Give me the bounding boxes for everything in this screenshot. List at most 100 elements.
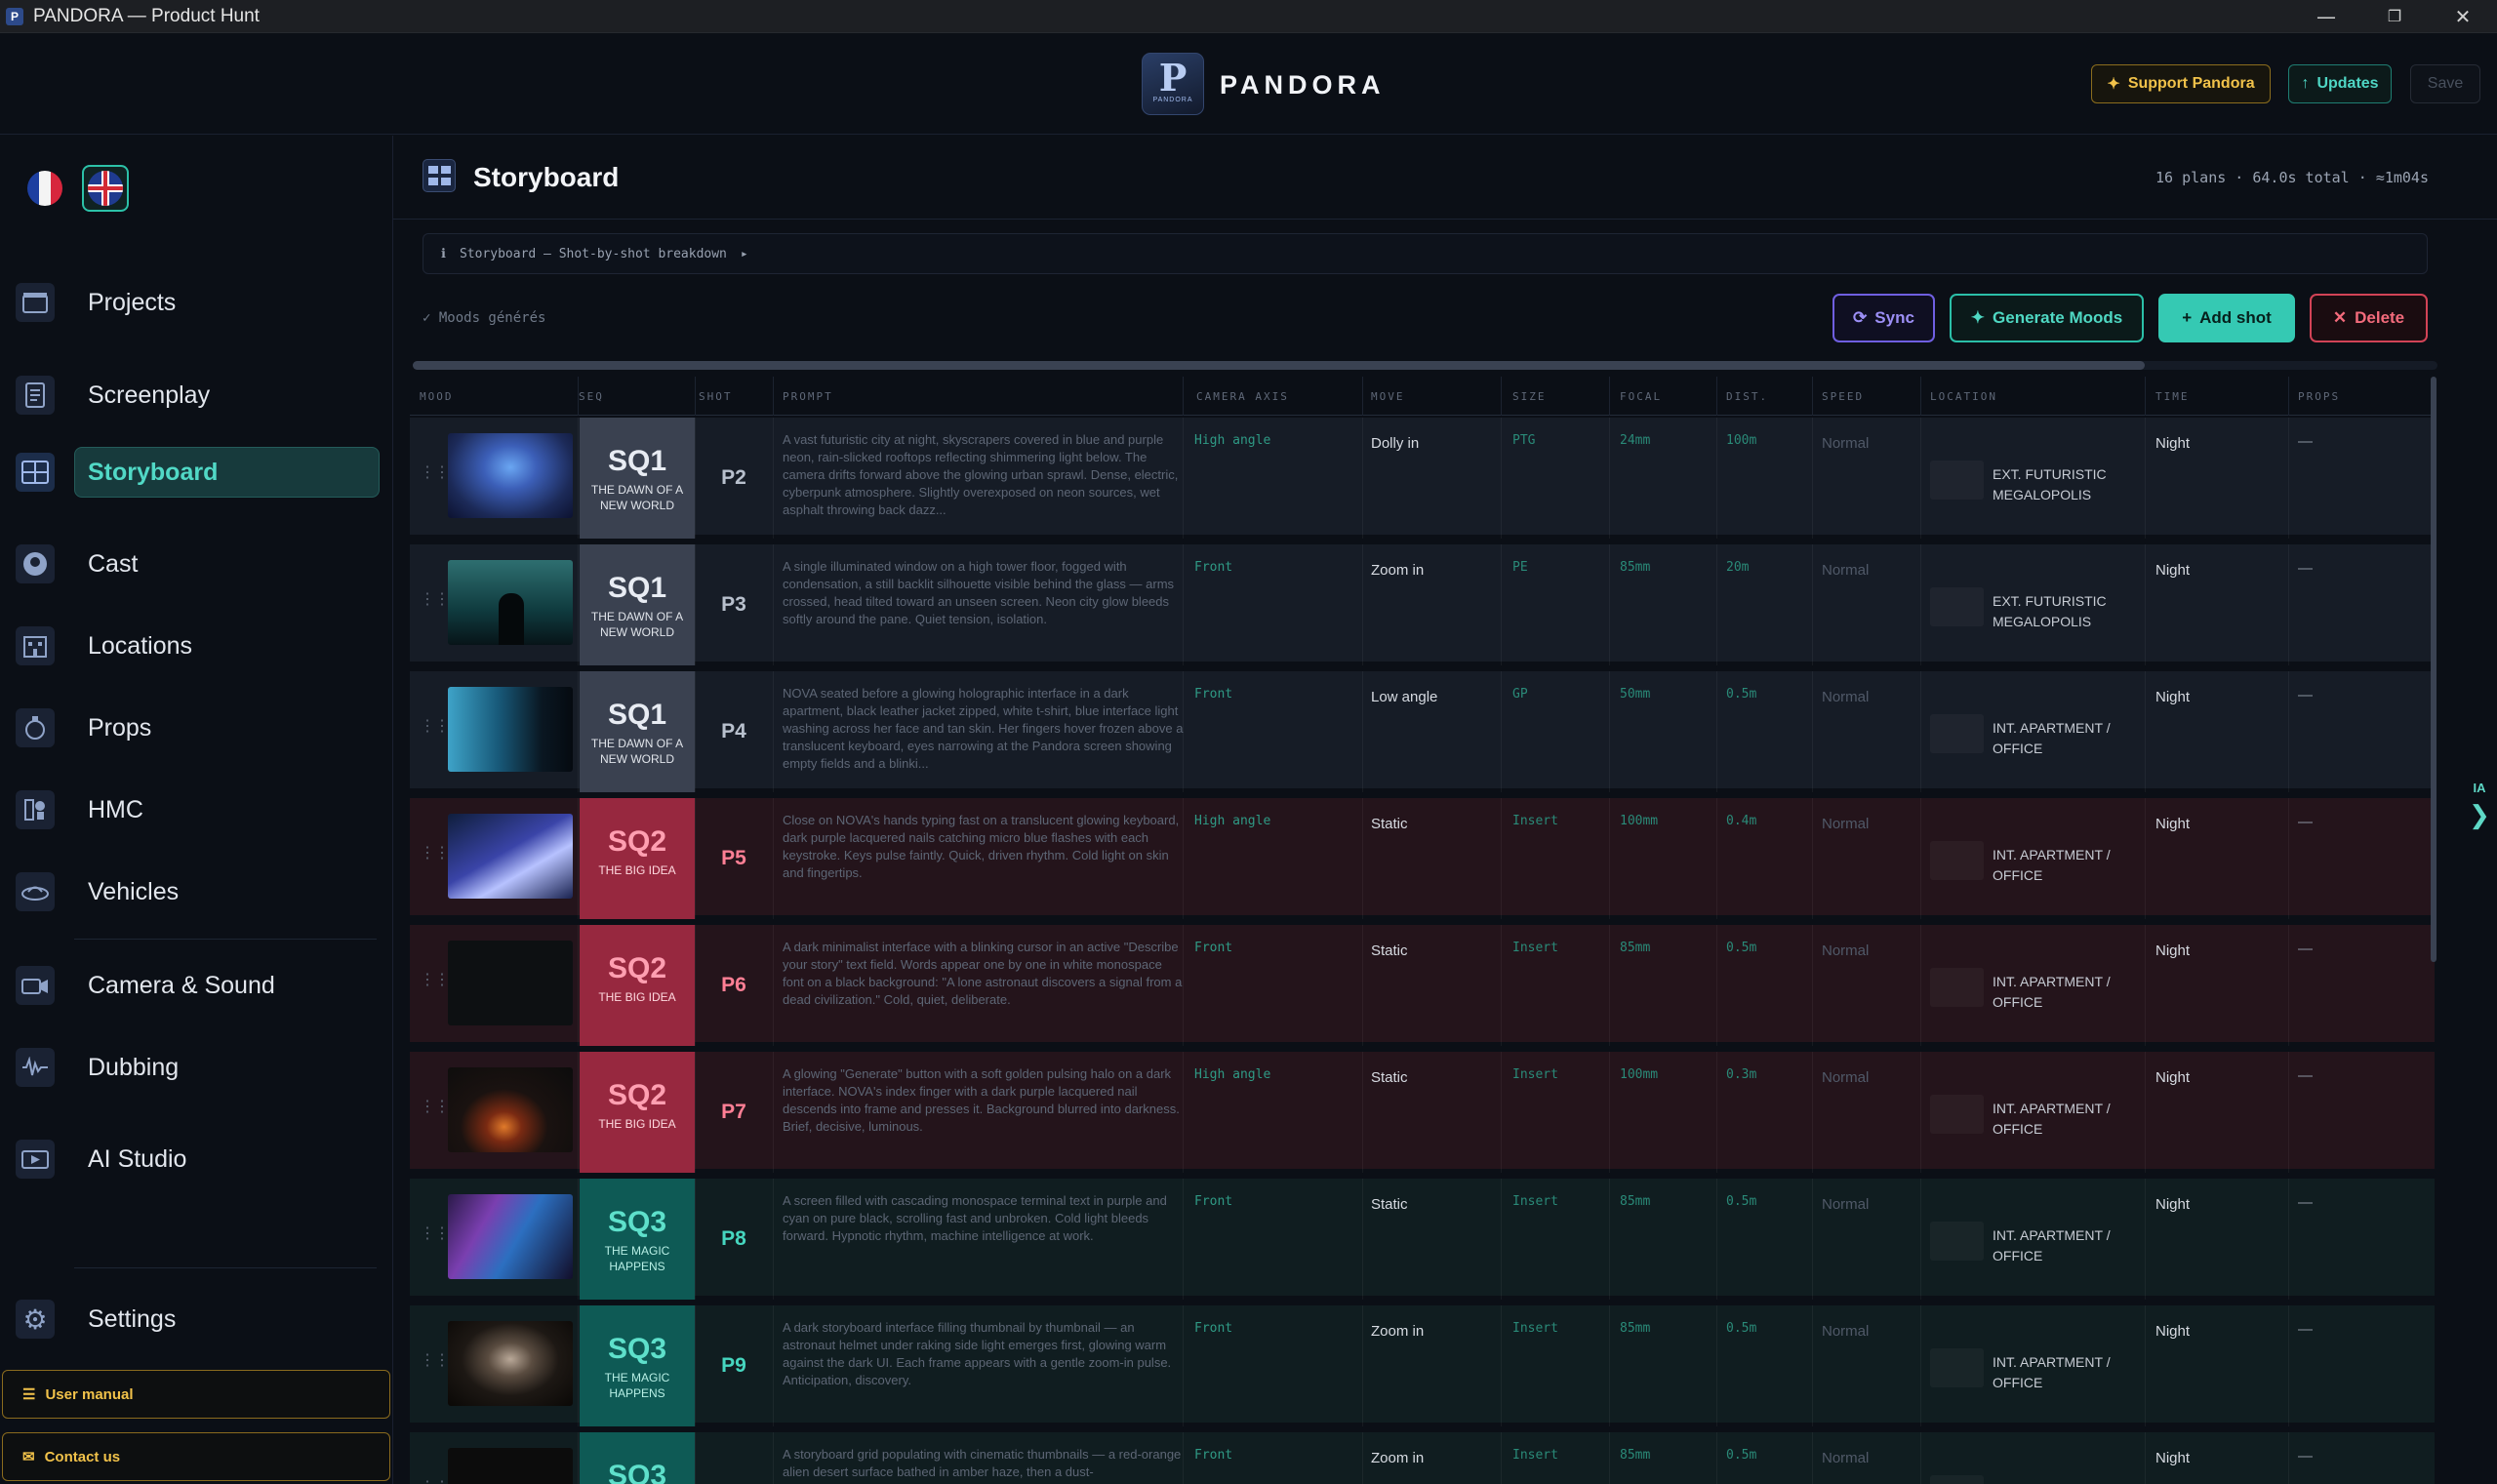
speed-value[interactable]: Normal xyxy=(1822,1450,1869,1466)
distance-value[interactable]: 0.5m xyxy=(1726,1321,1756,1336)
size-value[interactable]: Insert xyxy=(1512,1448,1558,1463)
move-value[interactable]: Low angle xyxy=(1371,689,1437,705)
mood-thumbnail[interactable] xyxy=(448,1321,573,1406)
prompt-text[interactable]: A storyboard grid populating with cinema… xyxy=(783,1446,1187,1484)
table-row[interactable]: ⋮⋮ SQ1 THE DAWN OF A NEW WORLD P3 A single i… xyxy=(410,544,2435,665)
table-row[interactable]: ⋮⋮ SQ1 THE DAWN OF A NEW WORLD P2 A vast fut… xyxy=(410,418,2435,539)
prompt-text[interactable]: A dark minimalist interface with a blink… xyxy=(783,939,1187,1036)
camera-axis-value[interactable]: Front xyxy=(1194,687,1232,702)
speed-value[interactable]: Normal xyxy=(1822,435,1869,452)
expand-arrow-icon[interactable]: ▸ xyxy=(741,247,748,261)
move-value[interactable]: Static xyxy=(1371,816,1408,832)
sidebar-item-props[interactable]: Props xyxy=(0,702,393,753)
camera-axis-value[interactable]: Front xyxy=(1194,1321,1232,1336)
props-value[interactable]: — xyxy=(2298,1067,2313,1084)
mood-thumbnail[interactable] xyxy=(448,1067,573,1152)
props-value[interactable]: — xyxy=(2298,433,2313,450)
location-value[interactable]: INT. APARTMENT / OFFICE xyxy=(1993,972,2129,1013)
move-value[interactable]: Static xyxy=(1371,1196,1408,1213)
restore-button[interactable]: ❐ xyxy=(2360,0,2429,33)
focal-value[interactable]: 85mm xyxy=(1620,560,1650,575)
drag-handle-icon[interactable]: ⋮⋮ xyxy=(420,973,450,988)
distance-value[interactable]: 100m xyxy=(1726,433,1756,448)
focal-value[interactable]: 100mm xyxy=(1620,814,1658,828)
props-value[interactable]: — xyxy=(2298,814,2313,830)
time-value[interactable]: Night xyxy=(2155,435,2190,452)
props-value[interactable]: — xyxy=(2298,560,2313,577)
time-value[interactable]: Night xyxy=(2155,689,2190,705)
props-value[interactable]: — xyxy=(2298,1448,2313,1464)
move-value[interactable]: Zoom in xyxy=(1371,1450,1424,1466)
speed-value[interactable]: Normal xyxy=(1822,1069,1869,1086)
prompt-text[interactable]: A glowing "Generate" button with a soft … xyxy=(783,1065,1187,1163)
size-value[interactable]: PE xyxy=(1512,560,1528,575)
drag-handle-icon[interactable]: ⋮⋮ xyxy=(420,1353,450,1369)
size-value[interactable]: Insert xyxy=(1512,1067,1558,1082)
location-value[interactable]: INT. APARTMENT / OFFICE xyxy=(1993,1099,2129,1140)
ia-panel-toggle[interactable]: IA ❯ xyxy=(2465,781,2494,830)
sync-button[interactable]: ⟳ Sync xyxy=(1832,294,1935,342)
sidebar-item-hmc[interactable]: HMC xyxy=(0,784,393,835)
generate-moods-button[interactable]: ✦ Generate Moods xyxy=(1950,294,2144,342)
time-value[interactable]: Night xyxy=(2155,1069,2190,1086)
delete-button[interactable]: ✕ Delete xyxy=(2310,294,2428,342)
time-value[interactable]: Night xyxy=(2155,1450,2190,1466)
table-row[interactable]: ⋮⋮ SQ2 THE BIG IDEA P5 Close on NOVA's hands… xyxy=(410,798,2435,919)
move-value[interactable]: Static xyxy=(1371,1069,1408,1086)
sidebar-item-camera-sound[interactable]: Camera & Sound xyxy=(0,960,393,1011)
french-flag-button[interactable] xyxy=(21,165,68,212)
distance-value[interactable]: 0.3m xyxy=(1726,1067,1756,1082)
speed-value[interactable]: Normal xyxy=(1822,562,1869,579)
speed-value[interactable]: Normal xyxy=(1822,943,1869,959)
mood-thumbnail[interactable] xyxy=(448,1194,573,1279)
mood-thumbnail[interactable] xyxy=(448,814,573,899)
sidebar-item-screenplay[interactable]: Screenplay xyxy=(0,370,393,421)
table-row[interactable]: ⋮⋮ SQ2 THE BIG IDEA P6 A dark minimalist int… xyxy=(410,925,2435,1046)
horizontal-scrollbar[interactable] xyxy=(413,361,2437,370)
camera-axis-value[interactable]: High angle xyxy=(1194,433,1270,448)
move-value[interactable]: Zoom in xyxy=(1371,1323,1424,1340)
drag-handle-icon[interactable]: ⋮⋮ xyxy=(420,1100,450,1115)
props-value[interactable]: — xyxy=(2298,687,2313,703)
sidebar-item-vehicles[interactable]: Vehicles xyxy=(0,866,393,917)
distance-value[interactable]: 0.4m xyxy=(1726,814,1756,828)
time-value[interactable]: Night xyxy=(2155,1323,2190,1340)
sidebar-item-dubbing[interactable]: Dubbing xyxy=(0,1042,393,1093)
move-value[interactable]: Dolly in xyxy=(1371,435,1419,452)
drag-handle-icon[interactable]: ⋮⋮ xyxy=(420,1226,450,1242)
camera-axis-value[interactable]: High angle xyxy=(1194,1067,1270,1082)
sidebar-item-cast[interactable]: Cast xyxy=(0,539,393,589)
time-value[interactable]: Night xyxy=(2155,1196,2190,1213)
table-row[interactable]: ⋮⋮SQ3A storyboard grid populating with c… xyxy=(410,1432,2435,1484)
location-value[interactable]: INT. APARTMENT / OFFICE xyxy=(1993,1352,2129,1393)
table-row[interactable]: ⋮⋮ SQ1 THE DAWN OF A NEW WORLD P4 NOVA seate… xyxy=(410,671,2435,792)
location-value[interactable]: EXT. FUTURISTIC MEGALOPOLIS xyxy=(1993,464,2129,505)
focal-value[interactable]: 85mm xyxy=(1620,1448,1650,1463)
location-value[interactable]: INT. APARTMENT / OFFICE xyxy=(1993,845,2129,886)
add-shot-button[interactable]: + Add shot xyxy=(2158,294,2295,342)
camera-axis-value[interactable]: High angle xyxy=(1194,814,1270,828)
focal-value[interactable]: 85mm xyxy=(1620,1194,1650,1209)
move-value[interactable]: Static xyxy=(1371,943,1408,959)
sidebar-item-storyboard[interactable]: Storyboard xyxy=(0,447,393,498)
distance-value[interactable]: 0.5m xyxy=(1726,1448,1756,1463)
time-value[interactable]: Night xyxy=(2155,816,2190,832)
speed-value[interactable]: Normal xyxy=(1822,1196,1869,1213)
prompt-text[interactable]: NOVA seated before a glowing holographic… xyxy=(783,685,1187,782)
drag-handle-icon[interactable]: ⋮⋮ xyxy=(420,719,450,735)
support-button[interactable]: ✦ Support Pandora xyxy=(2091,64,2271,103)
focal-value[interactable]: 50mm xyxy=(1620,687,1650,702)
move-value[interactable]: Zoom in xyxy=(1371,562,1424,579)
location-value[interactable]: INT. APARTMENT / OFFICE xyxy=(1993,1225,2129,1266)
distance-value[interactable]: 0.5m xyxy=(1726,1194,1756,1209)
time-value[interactable]: Night xyxy=(2155,562,2190,579)
mood-thumbnail[interactable] xyxy=(448,687,573,772)
size-value[interactable]: Insert xyxy=(1512,1321,1558,1336)
distance-value[interactable]: 0.5m xyxy=(1726,941,1756,955)
save-button[interactable]: Save xyxy=(2410,64,2480,103)
focal-value[interactable]: 85mm xyxy=(1620,941,1650,955)
camera-axis-value[interactable]: Front xyxy=(1194,560,1232,575)
table-row[interactable]: ⋮⋮ SQ3 THE MAGIC HAPPENS P8 A screen filled … xyxy=(410,1179,2435,1300)
speed-value[interactable]: Normal xyxy=(1822,1323,1869,1340)
minimize-button[interactable]: — xyxy=(2292,0,2360,33)
